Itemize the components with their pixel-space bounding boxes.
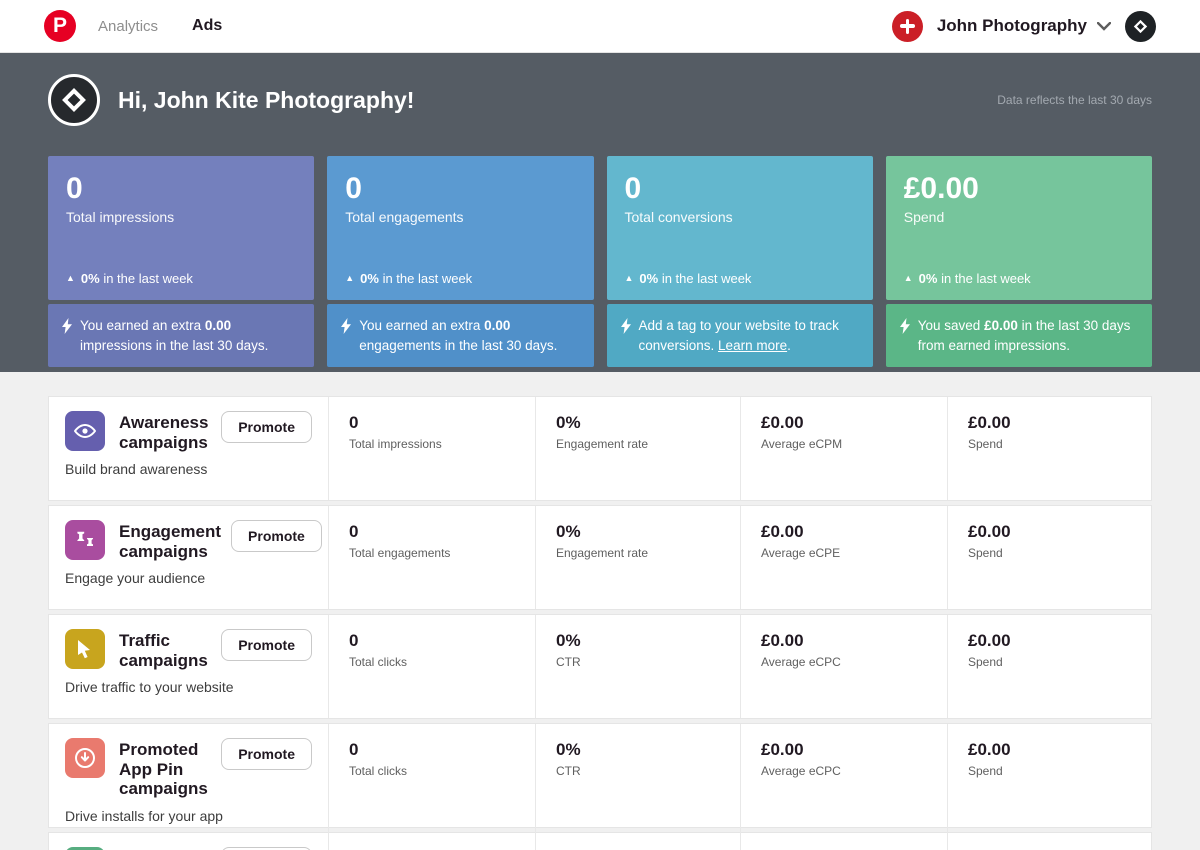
stat-value: 0 [349,522,515,542]
stat-label: Engagement rate [556,546,720,560]
lightning-icon [341,318,351,334]
stat-value: £0.00 [968,631,1132,651]
stat-label: Average eCPM [761,437,927,451]
delta-up-icon: ▲ [904,274,913,283]
stat-label: CTR [556,764,720,778]
stat-value: 0% [556,631,720,651]
campaign-subtitle: Build brand awareness [65,461,312,477]
stat-delta: ▲ 0% in the last week [625,271,855,286]
delta-up-icon: ▲ [625,274,634,283]
stat-card-footer: You earned an extra 0.00 impressions in … [48,304,314,367]
stat-value: £0.00 [968,740,1132,760]
stat-label: Total impressions [349,437,515,451]
stat-label: Spend [968,546,1132,560]
stat-label: Total clicks [349,655,515,669]
hero-avatar [48,74,100,126]
cursor-icon [65,629,105,669]
campaign-title: Traffic campaigns [119,631,211,670]
promote-button[interactable]: Promote [231,520,322,552]
nav-link-ads[interactable]: Ads [192,17,222,35]
stat-label: Engagement rate [556,437,720,451]
lightning-icon [621,318,631,334]
stat-delta: ▲ 0% in the last week [345,271,575,286]
promote-button[interactable]: Promote [221,411,312,443]
campaigns-table: Awareness campaigns Promote Build brand … [0,372,1200,850]
stat-value: 0 [625,172,855,207]
nav-link-analytics[interactable]: Analytics [98,18,158,35]
app-install-icon [65,738,105,778]
stat-label: Total engagements [349,546,515,560]
delta-up-icon: ▲ [66,274,75,283]
promote-button[interactable]: Promote [221,738,312,770]
account-name: John Photography [937,16,1087,36]
stat-cards: 0 Total impressions ▲ 0% in the last wee… [48,156,1152,367]
campaign-row-traffic: Traffic campaigns Promote Drive traffic … [48,614,1152,719]
stat-delta: ▲ 0% in the last week [904,271,1134,286]
stat-value: £0.00 [761,522,927,542]
stat-value: £0.00 [968,522,1132,542]
campaign-title: Awareness campaigns [119,413,211,452]
account-menu[interactable]: John Photography [937,16,1111,36]
create-ad-plus-icon[interactable] [892,11,923,42]
chevron-down-icon [1097,22,1111,31]
campaign-subtitle: Drive traffic to your website [65,679,312,695]
stat-value: £0.00 [904,172,1134,207]
campaign-title: Promoted App Pin campaigns [119,740,211,799]
stat-label: Spend [968,437,1132,451]
stat-value: 0% [556,522,720,542]
stat-value: 0 [345,172,575,207]
pinterest-logo-icon[interactable]: P [44,10,76,42]
promote-button[interactable]: Promote [221,629,312,661]
stat-value: £0.00 [761,413,927,433]
stat-card-engagements: 0 Total engagements ▲ 0% in the last wee… [327,156,593,367]
stat-value: 0% [556,413,720,433]
stat-label: Average eCPE [761,546,927,560]
campaign-subtitle: Engage your audience [65,570,312,586]
campaign-row-awareness: Awareness campaigns Promote Build brand … [48,396,1152,501]
stat-card-spend: £0.00 Spend ▲ 0% in the last week You sa… [886,156,1152,367]
eye-icon [65,411,105,451]
stat-label: Total conversions [625,209,855,225]
stat-value: 0 [349,413,515,433]
stat-value: 0% [556,740,720,760]
stat-card-impressions: 0 Total impressions ▲ 0% in the last wee… [48,156,314,367]
data-range-note: Data reflects the last 30 days [997,93,1152,107]
stat-value: £0.00 [761,740,927,760]
diamond-logo-icon [61,87,87,113]
campaign-row-app-pin: Promoted App Pin campaigns Promote Drive… [48,723,1152,828]
campaign-subtitle: Drive installs for your app [65,808,312,824]
page-title: Hi, John Kite Photography! [118,87,414,114]
pushpin-icon [65,520,105,560]
learn-more-link[interactable]: Learn more [718,338,787,353]
top-nav: P Analytics Ads John Photography [0,0,1200,53]
stat-card-footer: You saved £0.00 in the last 30 days from… [886,304,1152,367]
lightning-icon [900,318,910,334]
stat-label: Total engagements [345,209,575,225]
stat-value: 0 [349,631,515,651]
stat-card-conversions: 0 Total conversions ▲ 0% in the last wee… [607,156,873,367]
stat-delta: ▲ 0% in the last week [66,271,296,286]
account-avatar[interactable] [1125,11,1156,42]
stat-label: Spend [968,655,1132,669]
stat-label: Spend [968,764,1132,778]
stat-label: Total clicks [349,764,515,778]
diamond-logo-icon [1133,19,1148,34]
lightning-icon [62,318,72,334]
stat-label: CTR [556,655,720,669]
campaign-row-video: Video campaigns Promote [48,832,1152,850]
stat-value: £0.00 [761,631,927,651]
hero-section: Hi, John Kite Photography! Data reflects… [0,53,1200,372]
stat-label: Average eCPC [761,655,927,669]
stat-value: 0 [66,172,296,207]
campaign-title: Engagement campaigns [119,522,221,561]
stat-value: 0 [349,740,515,760]
stat-label: Spend [904,209,1134,225]
delta-up-icon: ▲ [345,274,354,283]
stat-label: Total impressions [66,209,296,225]
stat-value: £0.00 [968,413,1132,433]
campaign-row-engagement: Engagement campaigns Promote Engage your… [48,505,1152,610]
stat-label: Average eCPC [761,764,927,778]
stat-card-footer: Add a tag to your website to track conve… [607,304,873,367]
stat-card-footer: You earned an extra 0.00 engagements in … [327,304,593,367]
